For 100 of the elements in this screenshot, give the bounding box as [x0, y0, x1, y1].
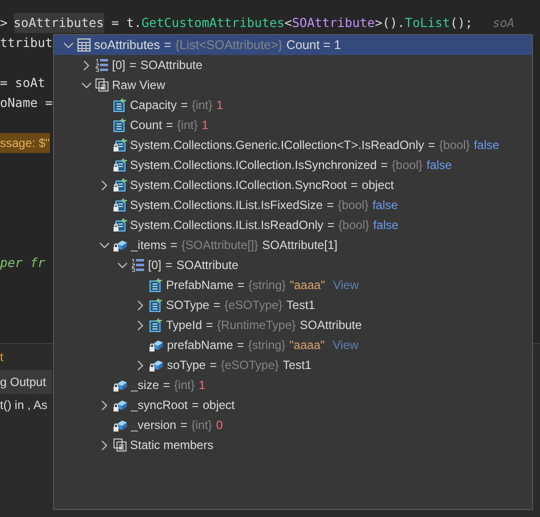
variable-name: SOType: [166, 298, 210, 312]
equals-sign: =: [164, 38, 172, 52]
output-tab[interactable]: g Output: [0, 370, 52, 394]
locked-property-icon: [113, 178, 127, 192]
numbered-list-icon: [131, 258, 145, 272]
equals-sign: =: [428, 138, 436, 152]
equals-sign: =: [166, 118, 174, 132]
type-label: {RuntimeType}: [217, 318, 296, 332]
equals-sign: =: [163, 378, 170, 392]
code-token: soAttributes: [14, 13, 104, 33]
equals-sign: =: [165, 258, 172, 272]
equals-sign: =: [350, 178, 358, 192]
property-icon: [149, 318, 163, 332]
type-label: {bool}: [338, 218, 370, 232]
variable-value: 1: [198, 378, 206, 392]
code-token: = t.: [110, 14, 142, 32]
property-icon: [149, 298, 163, 312]
variable-name: Static members: [130, 438, 214, 452]
equals-sign: =: [327, 218, 334, 232]
property-icon: [149, 278, 163, 292]
variable-name: _size: [131, 378, 160, 392]
variable-value: Test1: [286, 298, 316, 312]
type-label: {List<SOAttribute>}: [175, 38, 282, 52]
variable-value: SOAttribute: [140, 58, 202, 72]
variable-name: TypeId: [166, 318, 202, 332]
locked-field-icon: [149, 358, 164, 372]
property-icon: [113, 98, 127, 112]
code-line: = soAt: [0, 74, 46, 92]
equals-sign: =: [180, 418, 188, 432]
variable-value: false: [373, 218, 398, 232]
type-label: {int}: [177, 118, 198, 132]
type-label: {bool}: [338, 198, 368, 212]
variable-name: System.Collections.ICollection.IsSynchronized: [130, 158, 377, 172]
equals-sign: =: [180, 98, 188, 112]
variable-value: SOAttribute: [176, 258, 238, 272]
variable-value: 0: [216, 418, 223, 432]
locked-field-icon: [113, 398, 128, 412]
stacked-pages-icon: [113, 438, 127, 452]
variable-value: Count = 1: [286, 38, 341, 52]
equals-sign: =: [237, 278, 244, 292]
variable-name: System.Collections.ICollection.SyncRoot: [130, 178, 347, 192]
variable-value: "aaaa": [289, 338, 325, 352]
type-label: {eSOType}: [220, 358, 279, 372]
locked-field-icon: [113, 238, 128, 252]
variable-name: System.Collections.Generic.ICollection<T>.IsReadOnly: [130, 138, 424, 152]
type-label: {bool}: [392, 158, 422, 172]
view-link[interactable]: View: [332, 278, 359, 292]
code-line: ttribut: [0, 34, 53, 52]
type-label: {int}: [191, 418, 212, 432]
type-label: {bool}: [439, 138, 470, 152]
variable-name: _syncRoot: [131, 398, 188, 412]
variable-name: _version: [131, 418, 176, 432]
property-icon: [113, 118, 127, 132]
stacked-pages-icon: [95, 78, 109, 92]
code-token: SOAttribute: [292, 14, 375, 32]
variable-name: Capacity: [130, 98, 177, 112]
variable-name: soAttributes: [94, 38, 160, 52]
code-line: oName =: [0, 94, 53, 112]
variable-value: Test1: [282, 358, 312, 372]
type-label: {string}: [248, 278, 286, 292]
locked-field-icon: [149, 338, 164, 352]
variable-value: object: [202, 398, 235, 412]
inline-hint: soA: [492, 15, 514, 32]
panel-title: t: [0, 350, 4, 364]
code-token: GetCustomAttributes: [141, 14, 284, 32]
equals-sign: =: [210, 358, 217, 372]
variable-name: Count: [130, 118, 162, 132]
variable-value: false: [426, 158, 452, 172]
equals-sign: =: [237, 338, 244, 352]
code-token: >().: [374, 14, 405, 32]
locked-property-icon: [113, 158, 127, 172]
locked-field-icon: [113, 378, 128, 392]
equals-sign: =: [213, 298, 220, 312]
type-label: {eSOType}: [224, 298, 282, 312]
equals-sign: =: [129, 58, 136, 72]
equals-sign: =: [170, 238, 178, 252]
locked-field-icon: [113, 418, 128, 432]
equals-sign: =: [380, 158, 388, 172]
variable-name: _items: [131, 238, 166, 252]
type-label: {int}: [192, 98, 212, 112]
code-token: ToList: [404, 14, 450, 32]
variable-name: System.Collections.IList.IsFixedSize: [130, 198, 323, 212]
code-line: per fr: [0, 254, 46, 272]
type-label: {string}: [248, 338, 286, 352]
locked-property-icon: [113, 138, 127, 152]
variable-value: 1: [202, 118, 208, 132]
output-line: t() in , As: [0, 398, 48, 412]
variable-value: "aaaa": [290, 278, 325, 292]
variable-value: SOAttribute: [300, 318, 362, 332]
view-link[interactable]: View: [332, 338, 358, 352]
variable-name: prefabName: [167, 338, 234, 352]
variable-name: [0]: [148, 258, 162, 272]
variable-value: 1: [216, 98, 224, 112]
table-icon: [77, 38, 91, 52]
variable-name: [0]: [112, 58, 126, 72]
numbered-list-icon: [95, 58, 109, 72]
equals-sign: =: [326, 198, 334, 212]
variable-name: soType: [167, 358, 206, 372]
variable-name: PrefabName: [166, 278, 234, 292]
variable-value: false: [372, 198, 398, 212]
